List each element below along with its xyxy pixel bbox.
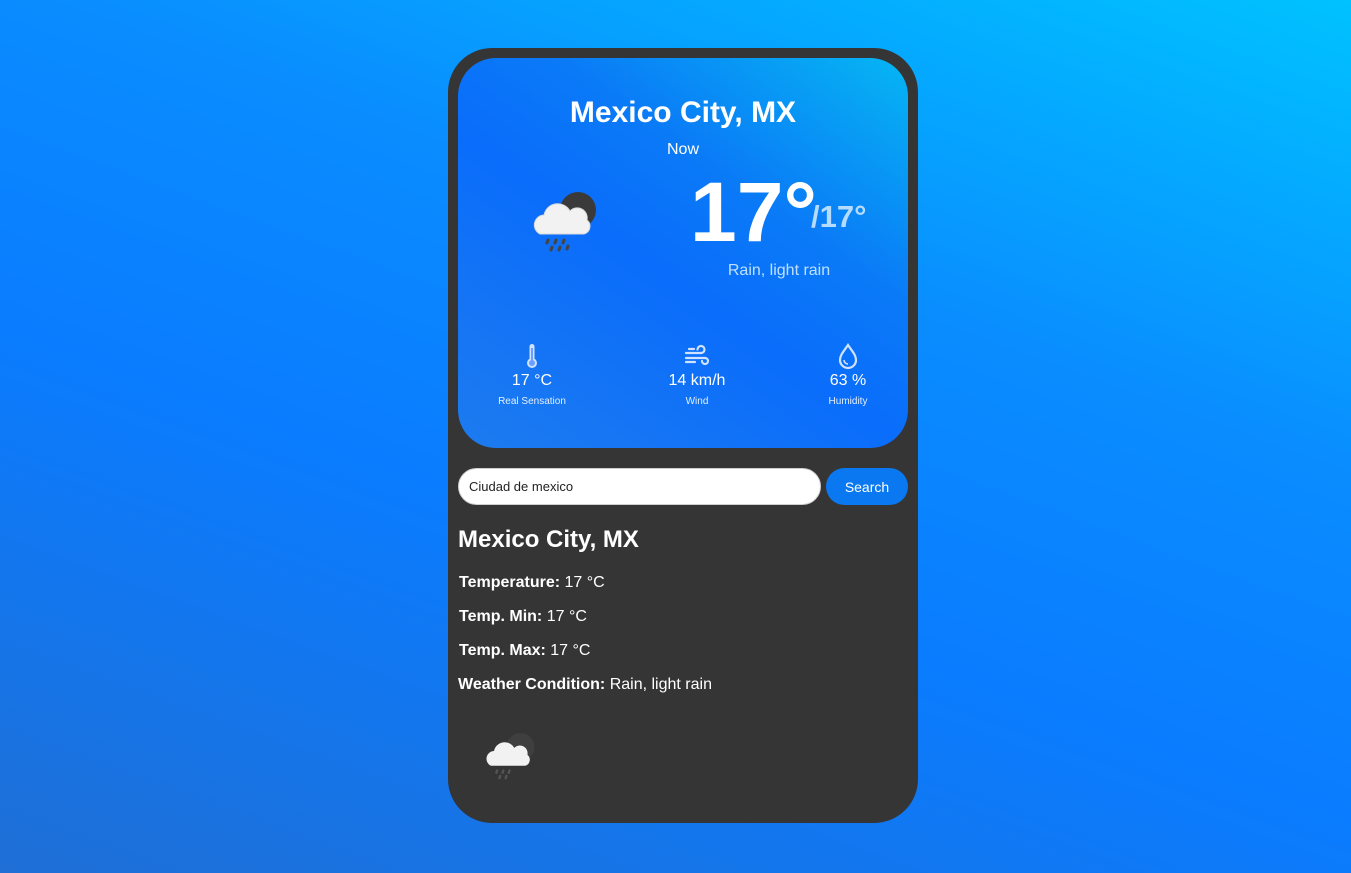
weather-condition: Rain, light rain <box>727 262 831 279</box>
detail-temperature: Temperature: 17 °C <box>459 574 712 591</box>
detail-label: Weather Condition: <box>458 676 606 693</box>
stat-wind: 14 km/h Wind <box>642 342 752 407</box>
stat-value: 63 % <box>829 372 867 389</box>
details-city-title: Mexico City, MX <box>458 526 639 553</box>
thermometer-icon <box>527 344 537 368</box>
droplet-icon <box>838 343 858 370</box>
search-input[interactable] <box>458 468 821 505</box>
detail-value: 17 °C <box>546 608 587 625</box>
weather-app-container: Mexico City, MX Now 17° /17° Rain, light… <box>448 48 918 823</box>
detail-value: Rain, light rain <box>609 676 712 693</box>
stat-humidity: 63 % Humidity <box>793 342 903 407</box>
stat-label: Real Sensation <box>498 396 566 407</box>
detail-temp-max: Temp. Max: 17 °C <box>459 642 712 659</box>
stat-label: Wind <box>685 396 709 407</box>
weather-details: Mexico City, MX Temperature: 17 °C Temp.… <box>458 526 712 710</box>
detail-label: Temp. Min: <box>459 608 543 625</box>
wind-icon <box>684 344 710 366</box>
stat-value: 14 km/h <box>668 372 726 389</box>
max-temperature: /17° <box>811 199 867 234</box>
detail-value: 17 °C <box>564 574 605 591</box>
detail-label: Temp. Max: <box>459 642 546 659</box>
stat-real-sensation: 17 °C Real Sensation <box>477 342 587 407</box>
city-title: Mexico City, MX <box>569 96 797 129</box>
weather-card: Mexico City, MX Now 17° /17° Rain, light… <box>458 58 908 448</box>
stat-label: Humidity <box>828 396 868 407</box>
stat-value: 17 °C <box>511 372 553 389</box>
time-label: Now <box>666 141 699 158</box>
detail-condition: Weather Condition: Rain, light rain <box>458 676 712 693</box>
detail-label: Temperature: <box>459 574 561 591</box>
cloud-moon-rain-icon <box>486 733 535 780</box>
current-temperature: 17° <box>690 165 818 259</box>
detail-value: 17 °C <box>550 642 591 659</box>
detail-temp-min: Temp. Min: 17 °C <box>459 608 712 625</box>
search-button[interactable]: Search <box>826 468 908 505</box>
cloud-moon-rain-icon <box>533 192 596 252</box>
